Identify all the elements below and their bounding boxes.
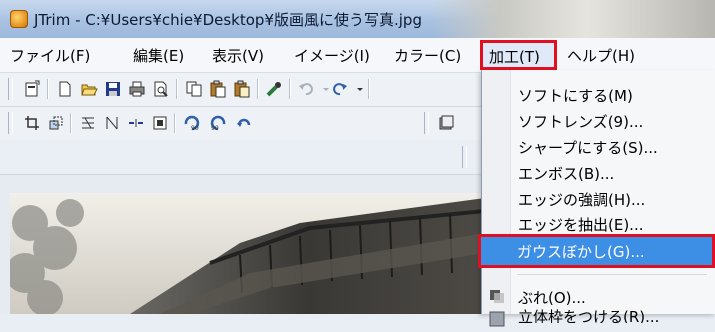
jtrim-app-icon[interactable] (10, 10, 28, 28)
menu-item-label: エッジの強調(H)... (518, 191, 646, 209)
redo-icon[interactable] (330, 79, 350, 99)
paste-icon[interactable] (208, 79, 228, 99)
menu-item-label: シャープにする(S)... (518, 139, 658, 157)
toolbar-grip[interactable] (8, 112, 13, 134)
menu-edit[interactable]: 編集(E) (133, 45, 184, 66)
menu-item-gaussian-blur[interactable]: ガウスぼかし(G)... (478, 234, 715, 268)
menu-process[interactable]: 加工(T) (480, 40, 557, 70)
menu-bar: ファイル(F) 編集(E) 表示(V) イメージ(I) カラー(C) ヘルプ(H… (0, 38, 715, 73)
app-window: JTrim - C:¥Users¥chie¥Desktop¥版画風に使う写真.j… (0, 0, 715, 327)
process-menu-dropdown: ソフトにする(M) ソフトレンズ(9)... シャープにする(S)... エンボ… (481, 70, 715, 327)
undo-icon[interactable] (296, 79, 316, 99)
menu-item-3d-frame[interactable]: 立体枠をつける(R)... (482, 308, 715, 332)
image-view[interactable] (10, 193, 485, 314)
menu-separator (517, 274, 707, 275)
blur-icon (488, 287, 506, 309)
menu-item-label: ガウスぼかし(G)... (517, 243, 645, 261)
menu-file[interactable]: ファイル(F) (10, 45, 90, 66)
open-icon[interactable] (79, 79, 99, 99)
layer-icon[interactable] (436, 113, 456, 133)
toolbar-separator (289, 79, 290, 99)
menu-item-label: ソフトにする(M) (518, 87, 633, 105)
frame-icon (488, 310, 506, 332)
flip-horizontal-icon[interactable] (102, 113, 122, 133)
flip-vertical-icon[interactable] (78, 113, 98, 133)
menu-item-label: ぶれ(O)... (518, 289, 586, 307)
rotate-right-90-icon[interactable]: 90 (208, 113, 228, 133)
menu-color[interactable]: カラー(C) (394, 45, 461, 66)
crop-icon[interactable] (22, 113, 42, 133)
menu-process-label: 加工(T) (489, 48, 540, 66)
menu-item-sharpen[interactable]: シャープにする(S)... (482, 134, 715, 158)
new-icon[interactable] (55, 79, 75, 99)
menu-item-edge-enhance[interactable]: エッジの強調(H)... (482, 186, 715, 210)
toolbar-separator (257, 79, 258, 99)
print-preview-icon[interactable] (151, 79, 171, 99)
menu-image[interactable]: イメージ(I) (294, 45, 370, 66)
rotate-icon[interactable] (126, 113, 146, 133)
menu-item-label: エンボス(B)... (518, 165, 615, 183)
title-bar: JTrim - C:¥Users¥chie¥Desktop¥版画風に使う写真.j… (0, 0, 715, 39)
svg-text:90: 90 (191, 125, 199, 132)
window-title: JTrim - C:¥Users¥chie¥Desktop¥版画風に使う写真.j… (34, 11, 422, 29)
toolbar-grip[interactable] (424, 112, 429, 134)
rotate-free-icon[interactable] (234, 113, 254, 133)
redo-dropdown-icon[interactable] (350, 79, 370, 99)
eyedropper-icon[interactable] (264, 79, 284, 99)
toolbar-separator (47, 79, 48, 99)
rotate-left-90-icon[interactable]: 90 (182, 113, 202, 133)
toolbar-separator (176, 79, 177, 99)
menu-item-label: 立体枠をつける(R)... (518, 308, 660, 326)
title-background-photo (430, 0, 715, 38)
copy-icon[interactable] (184, 79, 204, 99)
menu-item-label: ソフトレンズ(9)... (518, 113, 644, 131)
menu-view[interactable]: 表示(V) (212, 45, 264, 66)
menu-item-label: エッジを抽出(E)... (518, 216, 644, 234)
toolbar-separator (368, 79, 369, 99)
paste-new-icon[interactable] (232, 79, 252, 99)
toolbar-grip[interactable] (8, 78, 13, 100)
resize-icon[interactable] (46, 113, 66, 133)
toolbar-grip[interactable] (462, 146, 467, 168)
svg-text:90: 90 (211, 125, 219, 132)
menu-item-blur-motion[interactable]: ぶれ(O)... (482, 284, 715, 308)
fit-icon[interactable] (150, 113, 170, 133)
new-image-icon[interactable] (22, 79, 42, 99)
print-icon[interactable] (127, 79, 147, 99)
toolbar-separator (70, 113, 71, 133)
menu-help[interactable]: ヘルプ(H) (567, 45, 635, 66)
menu-item-soften[interactable]: ソフトにする(M) (482, 82, 715, 106)
menu-item-emboss[interactable]: エンボス(B)... (482, 160, 715, 184)
menu-item-edge-extract[interactable]: エッジを抽出(E)... (482, 211, 715, 235)
save-icon[interactable] (103, 79, 123, 99)
menu-item-soft-lens[interactable]: ソフトレンズ(9)... (482, 108, 715, 132)
toolbar-separator (174, 113, 175, 133)
